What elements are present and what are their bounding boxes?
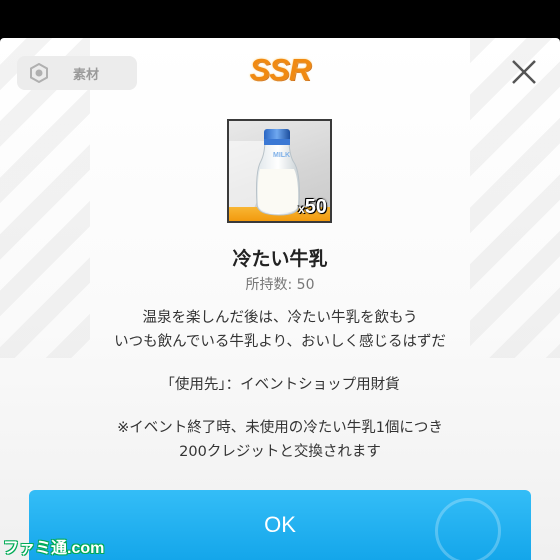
item-name: 冷たい牛乳 [232,248,328,270]
owned-count: 所持数: 50 [245,277,315,293]
item-detail-dialog: 素材 SSR MILK x50 冷たい牛乳 所持数: 50 温泉を楽しんだ後は、… [0,38,560,560]
note-line: 200クレジットと交換されます [179,444,381,460]
description-line: 温泉を楽しんだ後は、冷たい牛乳を飲もう [142,310,418,326]
rarity-label: SSR [249,52,312,87]
watermark: ファミ通.com [3,540,105,557]
ok-button-label: OK [264,512,296,537]
close-button[interactable] [508,56,540,88]
button-decoration [435,498,501,560]
bottle-label-text: MILK [273,152,290,159]
item-description: 温泉を楽しんだ後は、冷たい牛乳を飲もう いつも飲んでいる牛乳より、おいしく感じる… [0,306,560,354]
item-quantity: x50 [298,196,327,218]
usage-text: 「使用先」：イベントショップ用財貨 [160,377,400,393]
close-icon [512,60,536,84]
description-line: いつも飲んでいる牛乳より、おいしく感じるはずだ [114,334,446,350]
item-thumbnail: MILK x50 [227,119,332,223]
note-line: ※イベント終了時、未使用の冷たい牛乳1個につき [117,420,443,436]
exchange-note: ※イベント終了時、未使用の冷たい牛乳1個につき 200クレジットと交換されます [0,416,560,464]
